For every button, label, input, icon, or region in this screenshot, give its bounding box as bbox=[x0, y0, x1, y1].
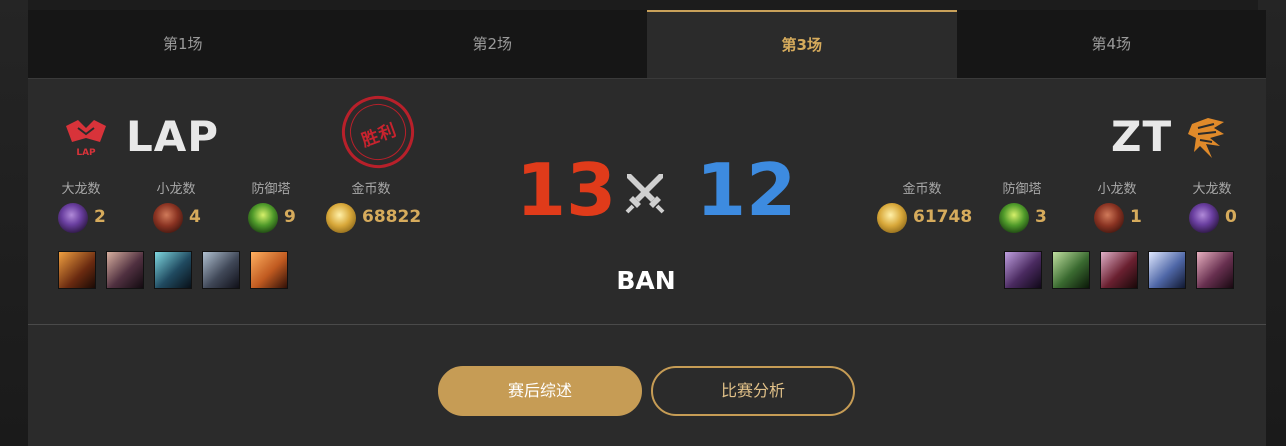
tower-icon bbox=[248, 203, 278, 233]
right-ban-champion-2 bbox=[1052, 251, 1090, 289]
right-ban-champion-1 bbox=[1004, 251, 1042, 289]
left-dragon-label: 小龙数 bbox=[156, 182, 196, 197]
right-tower-label: 防御塔 bbox=[1002, 182, 1042, 197]
right-baron-value: 0 bbox=[1225, 207, 1237, 227]
left-baron-label: 大龙数 bbox=[61, 182, 101, 197]
ban-label: BAN bbox=[616, 266, 676, 295]
right-dragon-value: 1 bbox=[1130, 207, 1142, 227]
background-edge-left bbox=[0, 0, 28, 446]
left-ban-champion-3 bbox=[154, 251, 192, 289]
left-gold-label: 金币数 bbox=[351, 182, 391, 197]
right-tower-value: 3 bbox=[1035, 207, 1047, 227]
dragon-icon bbox=[153, 203, 183, 233]
score-right: 12 bbox=[696, 148, 797, 232]
right-ban-champion-3 bbox=[1100, 251, 1138, 289]
left-ban-champion-1 bbox=[58, 251, 96, 289]
tab-game-3[interactable]: 第3场 bbox=[647, 10, 957, 78]
victory-stamp: 胜利 bbox=[331, 85, 425, 179]
post-game-summary-button[interactable]: 赛后综述 bbox=[438, 366, 642, 416]
right-baron-label: 大龙数 bbox=[1192, 182, 1232, 197]
baron-icon bbox=[58, 203, 88, 233]
gold-icon bbox=[877, 203, 907, 233]
score-left: 13 bbox=[516, 148, 617, 232]
zt-logo-icon bbox=[1188, 118, 1224, 158]
victory-stamp-text: 胜利 bbox=[359, 120, 400, 152]
dragon-icon bbox=[1094, 203, 1124, 233]
left-ban-champion-2 bbox=[106, 251, 144, 289]
left-gold-value: 68822 bbox=[362, 207, 422, 227]
right-gold-value: 61748 bbox=[913, 207, 973, 227]
tab-game-1[interactable]: 第1场 bbox=[28, 10, 338, 78]
tab-game-4[interactable]: 第4场 bbox=[957, 10, 1267, 78]
match-analysis-button[interactable]: 比赛分析 bbox=[651, 366, 855, 416]
left-tower-label: 防御塔 bbox=[251, 182, 291, 197]
tower-icon bbox=[999, 203, 1029, 233]
match-panel: 第1场 第2场 第3场 第4场 LAP LAP 胜利 大龙数 小龙数 防御塔 金… bbox=[28, 10, 1266, 446]
right-ban-champion-5 bbox=[1196, 251, 1234, 289]
right-gold-label: 金币数 bbox=[902, 182, 942, 197]
left-baron-value: 2 bbox=[94, 207, 106, 227]
left-ban-champion-5 bbox=[250, 251, 288, 289]
gold-icon bbox=[326, 203, 356, 233]
tab-game-2[interactable]: 第2场 bbox=[338, 10, 648, 78]
team-right-name: ZT bbox=[1111, 112, 1173, 161]
left-dragon-value: 4 bbox=[189, 207, 201, 227]
game-tabs: 第1场 第2场 第3场 第4场 bbox=[28, 10, 1266, 79]
crossed-swords-icon bbox=[625, 174, 665, 214]
lap-logo-icon: LAP bbox=[66, 120, 106, 158]
baron-icon bbox=[1189, 203, 1219, 233]
svg-text:LAP: LAP bbox=[76, 148, 96, 158]
left-tower-value: 9 bbox=[284, 207, 296, 227]
team-left-name: LAP bbox=[126, 112, 220, 161]
right-ban-champion-4 bbox=[1148, 251, 1186, 289]
section-divider bbox=[28, 324, 1266, 325]
right-dragon-label: 小龙数 bbox=[1097, 182, 1137, 197]
left-ban-champion-4 bbox=[202, 251, 240, 289]
